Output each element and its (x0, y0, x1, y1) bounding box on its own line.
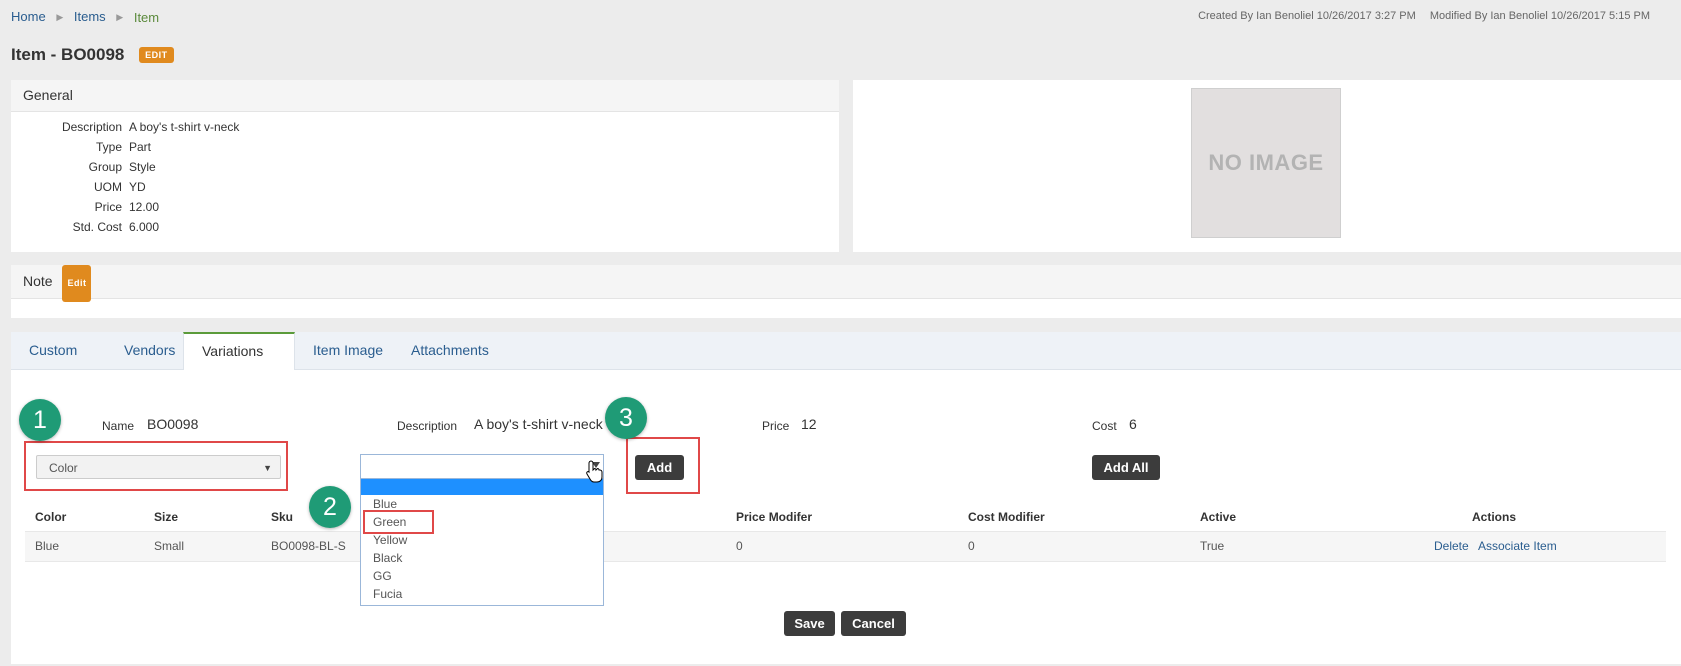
note-heading: Note (23, 273, 53, 289)
no-image-placeholder: NO IMAGE (1191, 88, 1341, 238)
edit-item-button[interactable]: EDIT (139, 47, 174, 63)
col-header-size: Size (154, 510, 179, 524)
field-value: A boy's t-shirt v-neck (129, 120, 240, 134)
hand-cursor-icon (586, 460, 603, 483)
field-label: Group (88, 160, 122, 174)
col-header-price-modifier: Price Modifer (736, 510, 813, 524)
page-title: Item - BO0098 (11, 45, 125, 64)
image-panel: NO IMAGE (853, 80, 1681, 252)
cost-label: Cost (1092, 419, 1117, 433)
note-panel: Note Edit (11, 265, 1681, 318)
cell-sku: BO0098-BL-S (271, 539, 346, 553)
field-label: Type (95, 140, 122, 154)
tab-item-image[interactable]: Item Image (295, 332, 401, 369)
attribute-select[interactable]: Color ▼ (36, 455, 281, 479)
field-label: Price (94, 200, 122, 214)
modified-by: Modified By Ian Benoliel 10/26/2017 5:15… (1429, 10, 1650, 22)
field-value: YD (129, 180, 146, 194)
cost-value: 6 (1129, 416, 1137, 432)
cell-size: Small (154, 539, 185, 553)
col-header-sku: Sku (271, 510, 294, 524)
field-value: 6.000 (129, 220, 160, 234)
field-label: Std. Cost (72, 220, 122, 234)
option-black[interactable]: Black (373, 551, 402, 565)
breadcrumb-current: Item (133, 10, 160, 26)
tab-variations[interactable]: Variations (183, 332, 295, 370)
highlighted-option (361, 479, 603, 495)
col-header-cost-modifier: Cost Modifier (968, 510, 1045, 524)
col-header-active: Active (1200, 510, 1237, 524)
general-heading: General (11, 80, 839, 112)
cell-cost-modifier: 0 (968, 539, 975, 553)
price-value: 12 (801, 416, 817, 432)
associate-item-link[interactable]: Associate Item (1478, 539, 1557, 553)
cell-price-modifier: 0 (736, 539, 743, 553)
field-value: Style (129, 160, 156, 174)
cancel-button[interactable]: Cancel (841, 611, 906, 636)
cell-active: True (1200, 539, 1225, 553)
description-value: A boy's t-shirt v-neck (474, 416, 603, 432)
option-blue[interactable]: Blue (373, 497, 397, 511)
chevron-right-icon: ▶ (56, 12, 64, 23)
value-dropdown-list: Blue Green Yellow Black GG Fucia (360, 479, 604, 606)
step-3-marker: 3 (605, 397, 647, 439)
option-yellow[interactable]: Yellow (373, 533, 407, 547)
cell-color: Blue (35, 539, 60, 553)
breadcrumb-home[interactable]: Home (11, 9, 46, 24)
option-gg[interactable]: GG (373, 569, 392, 583)
step-2-marker: 2 (309, 486, 351, 528)
add-all-button[interactable]: Add All (1092, 455, 1160, 480)
tab-attachments[interactable]: Attachments (393, 332, 507, 369)
general-panel: General Description A boy's t-shirt v-nec… (11, 80, 839, 252)
caret-down-icon: ▼ (263, 463, 272, 473)
name-label: Name (102, 419, 135, 433)
col-header-actions: Actions (1472, 510, 1517, 524)
field-value: Part (129, 140, 152, 154)
chevron-right-icon: ▶ (116, 12, 124, 23)
created-by: Created By Ian Benoliel 10/26/2017 3:27 … (1198, 10, 1416, 22)
tab-vendors[interactable]: Vendors (106, 332, 193, 369)
price-label: Price (762, 419, 790, 433)
tab-bar: Custom Vendors Variations Item Image Att… (11, 332, 1681, 370)
step-1-marker: 1 (19, 399, 61, 441)
audit-info: Created By Ian Benoliel 10/26/2017 3:27 … (1187, 10, 1650, 22)
tab-custom[interactable]: Custom (11, 332, 95, 369)
breadcrumb: Home ▶ Items ▶ Item (11, 9, 159, 25)
name-value: BO0098 (147, 416, 199, 432)
field-value: 12.00 (129, 200, 160, 214)
delete-link[interactable]: Delete (1434, 539, 1469, 553)
field-label: UOM (94, 180, 122, 194)
highlight-box-2 (363, 510, 434, 534)
note-heading-row: Note Edit (11, 265, 1681, 302)
save-button[interactable]: Save (784, 611, 835, 636)
description-label: Description (397, 419, 458, 433)
option-fucia[interactable]: Fucia (373, 587, 402, 601)
add-button[interactable]: Add (635, 455, 684, 480)
col-header-color: Color (35, 510, 67, 524)
breadcrumb-items[interactable]: Items (74, 9, 106, 24)
value-select[interactable] (360, 454, 604, 479)
page-title-row: Item - BO0098 EDIT (11, 45, 174, 65)
field-label: Description (61, 120, 122, 134)
edit-note-button[interactable]: Edit (62, 265, 92, 302)
